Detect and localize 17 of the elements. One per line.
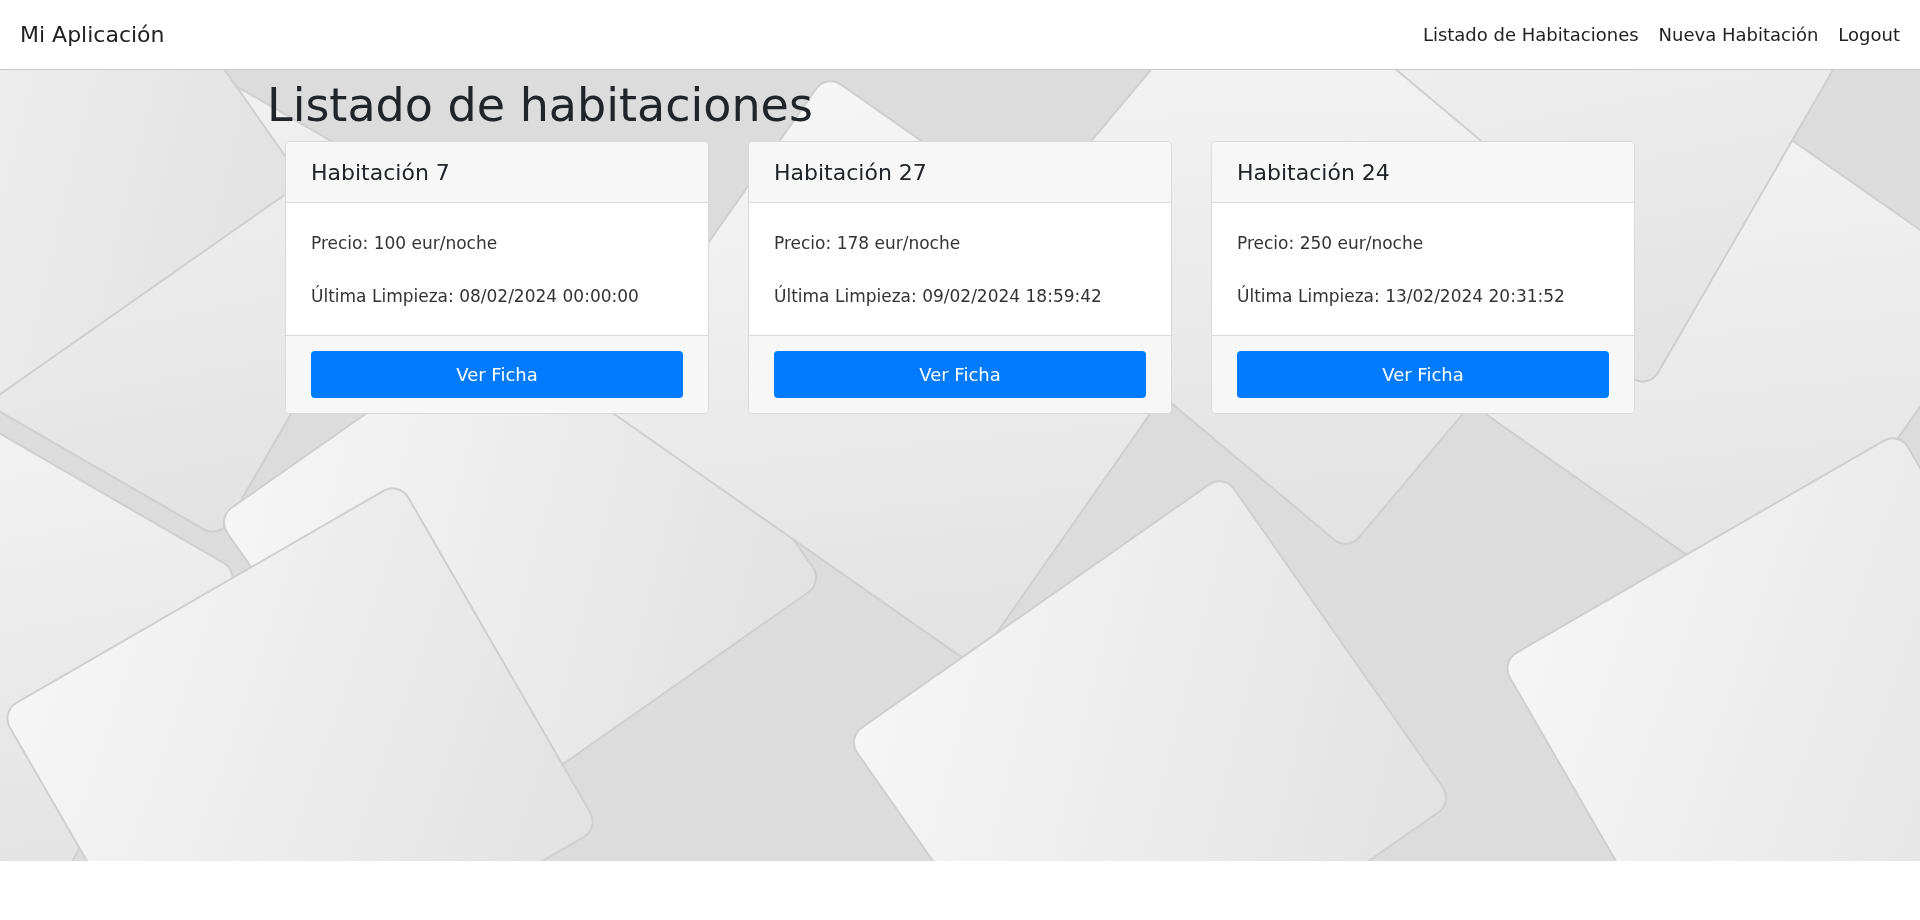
card-title: Habitación 24 <box>1237 158 1390 187</box>
view-button[interactable]: Ver Ficha <box>1237 351 1609 398</box>
price-text: Precio: 250 eur/noche <box>1237 232 1425 255</box>
nav-link[interactable]: Nueva Habitación <box>1658 21 1819 48</box>
nav-link[interactable]: Listado de Habitaciones <box>1422 21 1639 48</box>
cleaning-text: Última Limpieza: 13/02/2024 20:31:52 <box>1237 284 1566 308</box>
page-title: Listado de habitaciones <box>267 77 814 134</box>
nav-link[interactable]: Logout <box>1838 21 1900 48</box>
price-text: Precio: 100 eur/noche <box>311 232 499 255</box>
view-button[interactable]: Ver Ficha <box>774 351 1146 398</box>
view-button[interactable]: Ver Ficha <box>311 351 683 398</box>
cleaning-text: Última Limpieza: 09/02/2024 18:59:42 <box>774 284 1103 308</box>
card-title: Habitación 7 <box>311 158 450 187</box>
card-title: Habitación 27 <box>774 158 927 187</box>
price-text: Precio: 178 eur/noche <box>774 232 962 255</box>
brand-link[interactable]: Mi Aplicación <box>20 18 165 51</box>
cleaning-text: Última Limpieza: 08/02/2024 00:00:00 <box>311 284 640 308</box>
